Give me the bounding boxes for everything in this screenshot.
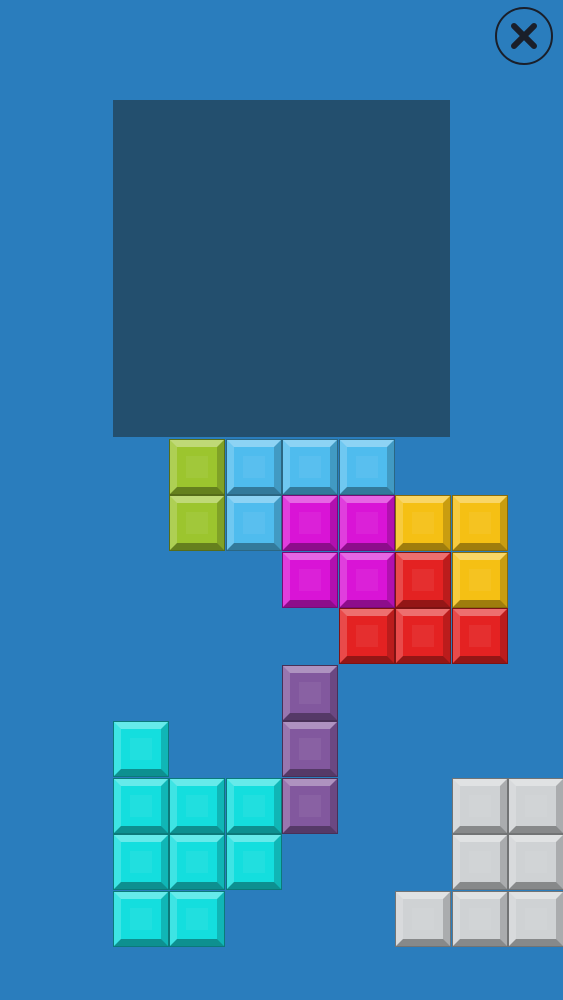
block[interactable] bbox=[113, 778, 169, 834]
block bbox=[452, 552, 508, 608]
block[interactable] bbox=[395, 891, 451, 947]
block[interactable] bbox=[169, 778, 225, 834]
block[interactable] bbox=[508, 778, 563, 834]
close-button[interactable] bbox=[495, 7, 553, 65]
block bbox=[395, 608, 451, 664]
block bbox=[452, 608, 508, 664]
block bbox=[282, 552, 338, 608]
block[interactable] bbox=[452, 834, 508, 890]
block[interactable] bbox=[508, 834, 563, 890]
block bbox=[452, 495, 508, 551]
block[interactable] bbox=[452, 891, 508, 947]
block bbox=[169, 495, 225, 551]
game-board[interactable] bbox=[113, 100, 450, 437]
block[interactable] bbox=[113, 834, 169, 890]
block bbox=[339, 608, 395, 664]
close-icon bbox=[511, 23, 537, 49]
block bbox=[395, 552, 451, 608]
block bbox=[226, 439, 282, 495]
block[interactable] bbox=[282, 665, 338, 721]
block bbox=[339, 495, 395, 551]
block bbox=[339, 552, 395, 608]
block bbox=[226, 495, 282, 551]
block bbox=[282, 495, 338, 551]
block[interactable] bbox=[113, 891, 169, 947]
block[interactable] bbox=[226, 778, 282, 834]
block[interactable] bbox=[282, 721, 338, 777]
block[interactable] bbox=[113, 721, 169, 777]
block[interactable] bbox=[169, 834, 225, 890]
block bbox=[339, 439, 395, 495]
block bbox=[282, 439, 338, 495]
block[interactable] bbox=[169, 891, 225, 947]
block[interactable] bbox=[226, 834, 282, 890]
block[interactable] bbox=[282, 778, 338, 834]
block bbox=[169, 439, 225, 495]
block[interactable] bbox=[452, 778, 508, 834]
block bbox=[395, 495, 451, 551]
block[interactable] bbox=[508, 891, 563, 947]
